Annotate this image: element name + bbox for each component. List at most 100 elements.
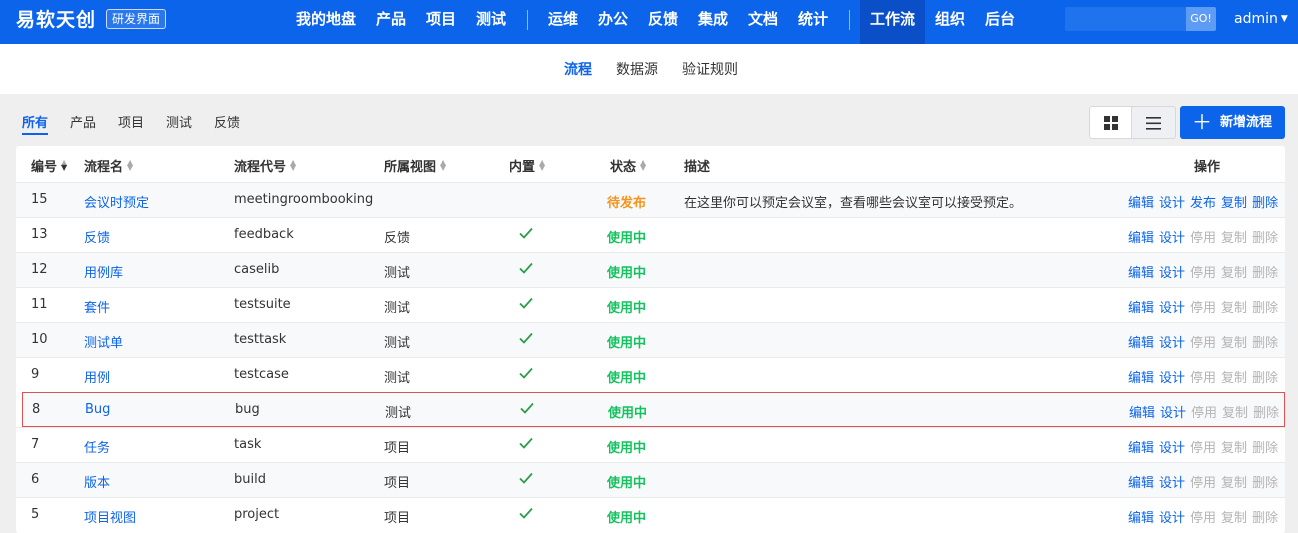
table-row[interactable]: 7 任务 task 项目 使用中 编辑 设计 停用 复制 删除 <box>16 427 1285 462</box>
table-row[interactable]: 6 版本 build 项目 使用中 编辑 设计 停用 复制 删除 <box>16 462 1285 497</box>
action-design-link[interactable]: 设计 <box>1159 231 1185 246</box>
nav-integration[interactable]: 集成 <box>688 0 738 44</box>
action-design-link[interactable]: 设计 <box>1159 441 1185 456</box>
table-row[interactable]: 15 会议时预定 meetingroombooking 待发布 在这里你可以预定会议室，… <box>16 182 1285 217</box>
column-header-name[interactable]: 流程名 ▲ ▼ <box>84 156 133 176</box>
action-edit-link[interactable]: 编辑 <box>1128 301 1154 316</box>
cell-flow-name-link[interactable]: 反馈 <box>84 227 110 246</box>
action-edit-link[interactable]: 编辑 <box>1128 231 1154 246</box>
action-edit-link[interactable]: 编辑 <box>1129 406 1155 421</box>
nav-ops[interactable]: 运维 <box>538 0 588 44</box>
cell-flow-name-link[interactable]: 会议时预定 <box>84 192 149 211</box>
subnav-flow[interactable]: 流程 <box>564 59 592 79</box>
action-toggle-link[interactable]: 停用 <box>1190 371 1216 386</box>
action-copy-link[interactable]: 复制 <box>1221 266 1247 281</box>
action-design-link[interactable]: 设计 <box>1159 476 1185 491</box>
action-design-link[interactable]: 设计 <box>1159 371 1185 386</box>
nav-project[interactable]: 项目 <box>416 0 466 44</box>
column-header-code[interactable]: 流程代号 ▲ ▼ <box>234 156 296 176</box>
list-view-button[interactable] <box>1132 106 1176 139</box>
nav-my-dashboard[interactable]: 我的地盘 <box>286 0 366 44</box>
action-delete-link[interactable]: 删除 <box>1252 371 1278 386</box>
action-edit-link[interactable]: 编辑 <box>1128 266 1154 281</box>
action-copy-link[interactable]: 复制 <box>1221 441 1247 456</box>
cell-flow-name-link[interactable]: 用例 <box>84 367 110 386</box>
action-copy-link[interactable]: 复制 <box>1222 406 1248 421</box>
subnav-datasource[interactable]: 数据源 <box>616 59 658 79</box>
action-delete-link[interactable]: 删除 <box>1252 301 1278 316</box>
nav-test[interactable]: 测试 <box>466 0 516 44</box>
action-design-link[interactable]: 设计 <box>1159 336 1185 351</box>
action-delete-link[interactable]: 删除 <box>1253 406 1279 421</box>
action-edit-link[interactable]: 编辑 <box>1128 441 1154 456</box>
table-row[interactable]: 10 测试单 testtask 测试 使用中 编辑 设计 停用 复制 删除 <box>16 322 1285 357</box>
column-header-id[interactable]: 编号 ▲ ▼ <box>31 156 67 176</box>
action-edit-link[interactable]: 编辑 <box>1128 371 1154 386</box>
nav-product[interactable]: 产品 <box>366 0 416 44</box>
action-delete-link[interactable]: 删除 <box>1252 231 1278 246</box>
action-edit-link[interactable]: 编辑 <box>1128 196 1154 211</box>
action-toggle-link[interactable]: 停用 <box>1190 441 1216 456</box>
action-edit-link[interactable]: 编辑 <box>1128 511 1154 526</box>
action-toggle-link[interactable]: 停用 <box>1191 406 1217 421</box>
action-toggle-link[interactable]: 停用 <box>1190 231 1216 246</box>
action-delete-link[interactable]: 删除 <box>1252 511 1278 526</box>
action-copy-link[interactable]: 复制 <box>1221 231 1247 246</box>
action-toggle-link[interactable]: 发布 <box>1190 196 1216 211</box>
action-edit-link[interactable]: 编辑 <box>1128 476 1154 491</box>
action-design-link[interactable]: 设计 <box>1159 266 1185 281</box>
add-flow-button[interactable]: ＋ 新增流程 <box>1180 106 1285 139</box>
nav-org[interactable]: 组织 <box>925 0 975 44</box>
cell-flow-name-link[interactable]: Bug <box>85 402 110 417</box>
action-copy-link[interactable]: 复制 <box>1221 336 1247 351</box>
table-row[interactable]: 13 反馈 feedback 反馈 使用中 编辑 设计 停用 复制 删除 <box>16 217 1285 252</box>
filter-all[interactable]: 所有 <box>22 112 48 131</box>
column-header-status[interactable]: 状态 ▲ ▼ <box>610 156 646 176</box>
brand-logo[interactable]: 易软天创 <box>16 8 96 32</box>
action-toggle-link[interactable]: 停用 <box>1190 511 1216 526</box>
table-row[interactable]: 9 用例 testcase 测试 使用中 编辑 设计 停用 复制 删除 <box>16 357 1285 392</box>
action-edit-link[interactable]: 编辑 <box>1128 336 1154 351</box>
action-toggle-link[interactable]: 停用 <box>1190 476 1216 491</box>
grid-view-button[interactable] <box>1089 106 1132 139</box>
action-toggle-link[interactable]: 停用 <box>1190 266 1216 281</box>
table-row[interactable]: 12 用例库 caselib 测试 使用中 编辑 设计 停用 复制 删除 <box>16 252 1285 287</box>
action-copy-link[interactable]: 复制 <box>1221 371 1247 386</box>
subnav-validation-rules[interactable]: 验证规则 <box>682 59 738 79</box>
table-row[interactable]: 5 项目视图 project 项目 使用中 编辑 设计 停用 复制 删除 <box>16 497 1285 532</box>
action-copy-link[interactable]: 复制 <box>1221 196 1247 211</box>
table-row[interactable]: 11 套件 testsuite 测试 使用中 编辑 设计 停用 复制 删除 <box>16 287 1285 322</box>
search-go-button[interactable]: GO! <box>1186 7 1216 31</box>
action-copy-link[interactable]: 复制 <box>1221 301 1247 316</box>
column-header-view[interactable]: 所属视图 ▲ ▼ <box>384 156 446 176</box>
user-menu[interactable]: admin ▼ <box>1234 9 1288 29</box>
nav-office[interactable]: 办公 <box>588 0 638 44</box>
cell-flow-name-link[interactable]: 任务 <box>84 437 110 456</box>
search-input[interactable] <box>1065 7 1186 31</box>
action-copy-link[interactable]: 复制 <box>1221 476 1247 491</box>
filter-test[interactable]: 测试 <box>166 112 192 131</box>
nav-admin[interactable]: 后台 <box>975 0 1025 44</box>
action-design-link[interactable]: 设计 <box>1159 301 1185 316</box>
cell-flow-name-link[interactable]: 套件 <box>84 297 110 316</box>
filter-feedback[interactable]: 反馈 <box>214 112 240 131</box>
nav-stats[interactable]: 统计 <box>788 0 838 44</box>
action-delete-link[interactable]: 删除 <box>1252 476 1278 491</box>
filter-product[interactable]: 产品 <box>70 112 96 131</box>
cell-flow-name-link[interactable]: 测试单 <box>84 332 123 351</box>
action-toggle-link[interactable]: 停用 <box>1190 336 1216 351</box>
action-delete-link[interactable]: 删除 <box>1252 441 1278 456</box>
action-design-link[interactable]: 设计 <box>1159 511 1185 526</box>
table-row[interactable]: 8 Bug bug 测试 使用中 编辑 设计 停用 复制 删除 <box>22 392 1285 427</box>
filter-project[interactable]: 项目 <box>118 112 144 131</box>
action-design-link[interactable]: 设计 <box>1160 406 1186 421</box>
cell-flow-name-link[interactable]: 用例库 <box>84 262 123 281</box>
action-delete-link[interactable]: 删除 <box>1252 336 1278 351</box>
action-delete-link[interactable]: 删除 <box>1252 266 1278 281</box>
cell-flow-name-link[interactable]: 项目视图 <box>84 507 136 526</box>
action-toggle-link[interactable]: 停用 <box>1190 301 1216 316</box>
action-design-link[interactable]: 设计 <box>1159 196 1185 211</box>
action-copy-link[interactable]: 复制 <box>1221 511 1247 526</box>
nav-workflow[interactable]: 工作流 <box>860 0 925 44</box>
action-delete-link[interactable]: 删除 <box>1252 196 1278 211</box>
